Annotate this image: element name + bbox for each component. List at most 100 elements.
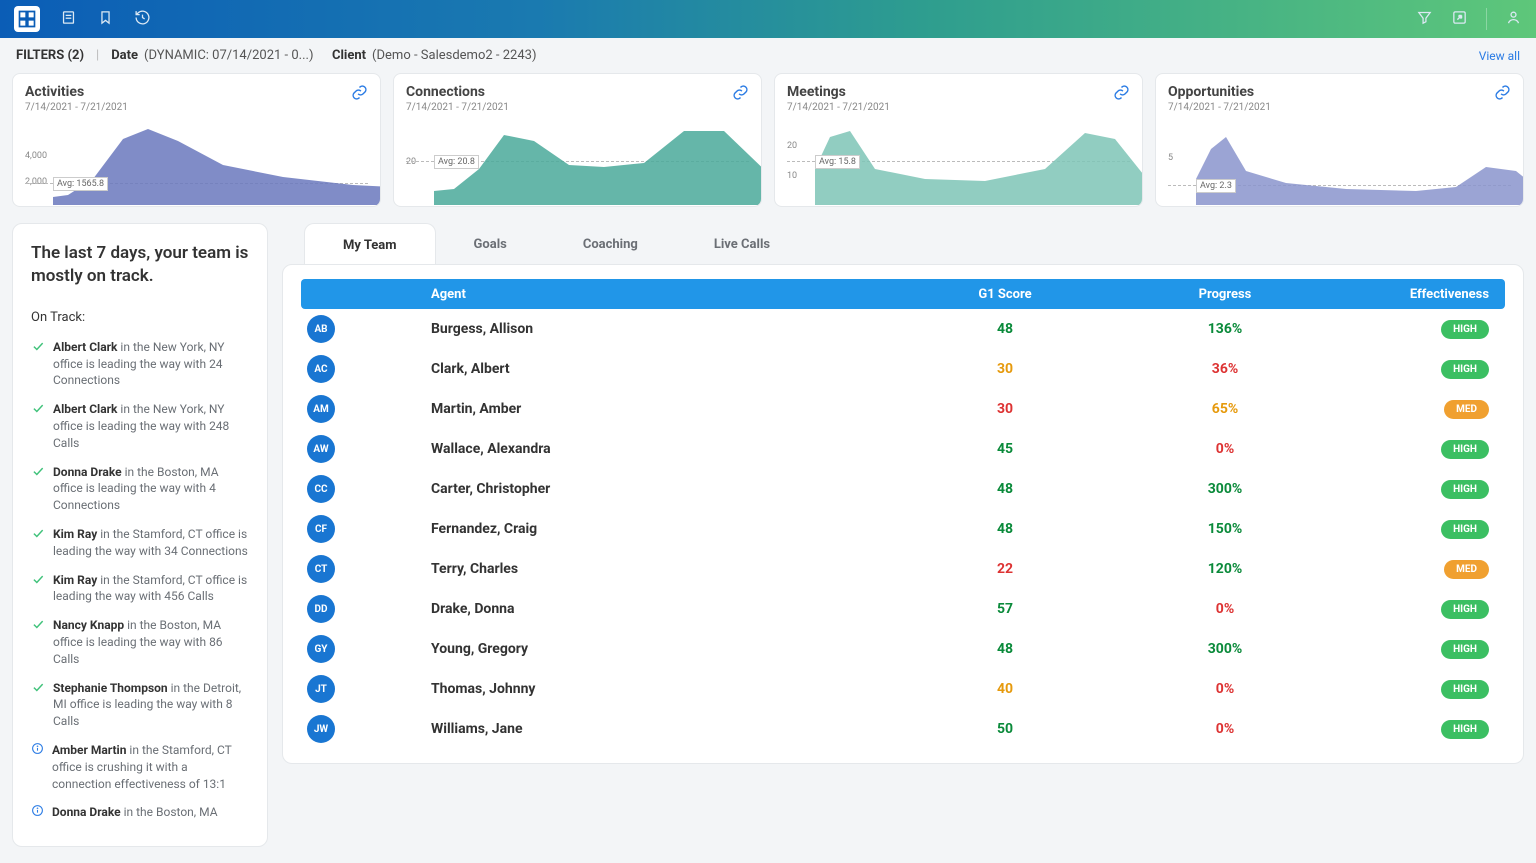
g1-score: 40 <box>895 681 1115 697</box>
g1-score: 22 <box>895 561 1115 577</box>
kpi-cards: Activities 7/14/2021 - 7/21/2021 4,0002,… <box>0 73 1536 207</box>
effectiveness-badge: MED <box>1444 560 1489 579</box>
view-all-link[interactable]: View all <box>1479 49 1520 63</box>
client-label[interactable]: Client <box>332 48 366 63</box>
g1-score: 50 <box>895 721 1115 737</box>
effectiveness-badge: HIGH <box>1441 440 1489 459</box>
effectiveness-badge: HIGH <box>1441 320 1489 339</box>
table-row[interactable]: AW Wallace, Alexandra 45 0% HIGH <box>301 429 1505 469</box>
progress: 136% <box>1115 321 1335 337</box>
table-row[interactable]: CT Terry, Charles 22 120% MED <box>301 549 1505 589</box>
insight-item[interactable]: Amber Martin in the Stamford, CT office … <box>31 736 249 798</box>
insights-panel: The last 7 days, your team is mostly on … <box>12 223 268 847</box>
effectiveness-badge: HIGH <box>1441 520 1489 539</box>
avatar: AM <box>307 395 335 423</box>
page-icon[interactable] <box>60 9 77 30</box>
agent-name: Drake, Donna <box>431 601 895 617</box>
insight-item[interactable]: Albert Clark in the New York, NY office … <box>31 395 249 457</box>
avatar: JW <box>307 715 335 743</box>
filter-icon[interactable] <box>1416 9 1433 30</box>
kpi-card-connections[interactable]: Connections 7/14/2021 - 7/21/2021 20 Avg… <box>393 73 762 207</box>
table-row[interactable]: GY Young, Gregory 48 300% HIGH <box>301 629 1505 669</box>
user-icon[interactable] <box>1505 9 1522 30</box>
insight-item[interactable]: Nancy Knapp in the Boston, MA office is … <box>31 611 249 673</box>
progress: 300% <box>1115 481 1335 497</box>
g1-score: 45 <box>895 441 1115 457</box>
effectiveness-badge: HIGH <box>1441 680 1489 699</box>
table-row[interactable]: JW Williams, Jane 50 0% HIGH <box>301 709 1505 749</box>
g1-score: 30 <box>895 361 1115 377</box>
card-daterange: 7/14/2021 - 7/21/2021 <box>1168 102 1271 113</box>
agent-name: Fernandez, Craig <box>431 521 895 537</box>
insights-section-label: On Track: <box>31 310 249 325</box>
insight-item[interactable]: Donna Drake in the Boston, MA office is … <box>31 458 249 520</box>
insight-item[interactable]: Donna Drake in the Boston, MA <box>31 798 249 828</box>
filter-bar: FILTERS (2) | Date (DYNAMIC: 07/14/2021 … <box>0 38 1536 73</box>
progress: 150% <box>1115 521 1335 537</box>
insight-item[interactable]: Albert Clark in the New York, NY office … <box>31 333 249 395</box>
link-icon[interactable] <box>732 84 749 105</box>
table-row[interactable]: CF Fernandez, Craig 48 150% HIGH <box>301 509 1505 549</box>
table-row[interactable]: AC Clark, Albert 30 36% HIGH <box>301 349 1505 389</box>
agent-name: Terry, Charles <box>431 561 895 577</box>
avatar: CF <box>307 515 335 543</box>
agent-name: Clark, Albert <box>431 361 895 377</box>
table-row[interactable]: JT Thomas, Johnny 40 0% HIGH <box>301 669 1505 709</box>
effectiveness-badge: HIGH <box>1441 360 1489 379</box>
link-icon[interactable] <box>351 84 368 105</box>
date-value: (DYNAMIC: 07/14/2021 - 0...) <box>144 48 313 63</box>
tab-goals[interactable]: Goals <box>436 223 545 265</box>
team-table: Agent G1 Score Progress Effectiveness AB… <box>282 264 1524 764</box>
table-row[interactable]: CC Carter, Christopher 48 300% HIGH <box>301 469 1505 509</box>
progress: 0% <box>1115 681 1335 697</box>
link-icon[interactable] <box>1113 84 1130 105</box>
g1-score: 48 <box>895 641 1115 657</box>
col-progress[interactable]: Progress <box>1115 287 1335 302</box>
table-row[interactable]: AB Burgess, Allison 48 136% HIGH <box>301 309 1505 349</box>
insights-heading: The last 7 days, your team is mostly on … <box>31 242 249 288</box>
col-g1[interactable]: G1 Score <box>895 287 1115 302</box>
table-row[interactable]: AM Martin, Amber 30 65% MED <box>301 389 1505 429</box>
avg-label: Avg: 20.8 <box>434 155 479 169</box>
col-agent[interactable]: Agent <box>431 287 895 302</box>
g1-score: 30 <box>895 401 1115 417</box>
export-icon[interactable] <box>1451 9 1468 30</box>
avatar: GY <box>307 635 335 663</box>
avatar: DD <box>307 595 335 623</box>
agent-name: Martin, Amber <box>431 401 895 417</box>
table-row[interactable]: DD Drake, Donna 57 0% HIGH <box>301 589 1505 629</box>
kpi-card-meetings[interactable]: Meetings 7/14/2021 - 7/21/2021 2010 Avg:… <box>774 73 1143 207</box>
app-logo[interactable] <box>14 6 40 32</box>
card-title: Meetings <box>787 84 890 100</box>
client-value: (Demo - Salesdemo2 - 2243) <box>372 48 536 63</box>
insight-item[interactable]: Kim Ray in the Stamford, CT office is le… <box>31 520 249 566</box>
tab-my team[interactable]: My Team <box>304 223 436 265</box>
tab-live calls[interactable]: Live Calls <box>676 223 808 265</box>
agent-name: Thomas, Johnny <box>431 681 895 697</box>
col-effectiveness[interactable]: Effectiveness <box>1335 287 1505 302</box>
history-icon[interactable] <box>134 9 151 30</box>
agent-name: Wallace, Alexandra <box>431 441 895 457</box>
date-label[interactable]: Date <box>111 48 138 63</box>
insight-item[interactable]: Kim Ray in the Stamford, CT office is le… <box>31 566 249 612</box>
tab-coaching[interactable]: Coaching <box>545 223 676 265</box>
progress: 36% <box>1115 361 1335 377</box>
progress: 65% <box>1115 401 1335 417</box>
agent-name: Carter, Christopher <box>431 481 895 497</box>
card-title: Activities <box>25 84 128 100</box>
agent-name: Young, Gregory <box>431 641 895 657</box>
agent-name: Burgess, Allison <box>431 321 895 337</box>
link-icon[interactable] <box>1494 84 1511 105</box>
bookmark-icon[interactable] <box>97 9 114 30</box>
g1-score: 48 <box>895 321 1115 337</box>
kpi-card-opportunities[interactable]: Opportunities 7/14/2021 - 7/21/2021 5 Av… <box>1155 73 1524 207</box>
insight-item[interactable]: Stephanie Thompson in the Detroit, MI of… <box>31 674 249 736</box>
card-daterange: 7/14/2021 - 7/21/2021 <box>25 102 128 113</box>
avg-label: Avg: 1565.8 <box>53 177 108 191</box>
effectiveness-badge: HIGH <box>1441 720 1489 739</box>
kpi-card-activities[interactable]: Activities 7/14/2021 - 7/21/2021 4,0002,… <box>12 73 381 207</box>
card-daterange: 7/14/2021 - 7/21/2021 <box>406 102 509 113</box>
filters-label[interactable]: FILTERS (2) <box>16 48 84 63</box>
progress: 0% <box>1115 601 1335 617</box>
g1-score: 48 <box>895 521 1115 537</box>
